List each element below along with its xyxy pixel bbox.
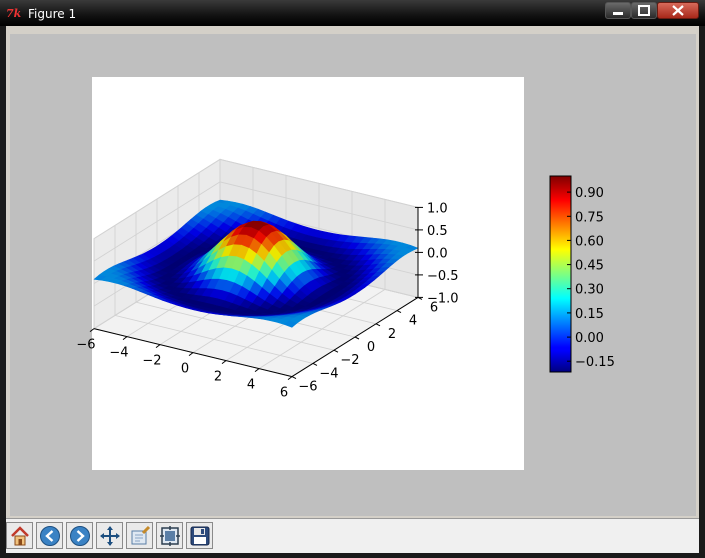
colorbar-tick-label: 0.00 — [575, 331, 604, 346]
close-button[interactable] — [657, 2, 699, 19]
home-button[interactable] — [6, 522, 33, 549]
z-tick-label: 1.0 — [427, 201, 448, 216]
colorbar-tick-label: 0.45 — [575, 259, 604, 274]
minimize-button[interactable] — [605, 2, 631, 19]
colorbar-ticks: 0.90 0.75 0.60 0.45 0.30 0.15 0.00 −0.15 — [567, 186, 615, 370]
floppy-disk-icon — [190, 526, 210, 546]
tk-feather-icon: 7k — [6, 7, 22, 20]
forward-button[interactable] — [66, 522, 93, 549]
navigation-toolbar — [6, 518, 699, 553]
chart: −6−4−20246 −6−4−20246 −1.0−0.50.00.51.0 … — [76, 77, 615, 470]
subplots-icon — [160, 526, 180, 546]
close-icon — [672, 5, 684, 16]
z-tick-label: −1.0 — [427, 291, 459, 306]
colorbar-tick-label: 0.75 — [575, 210, 604, 225]
home-icon — [11, 526, 29, 546]
back-button[interactable] — [36, 522, 63, 549]
x-tick-label: 4 — [247, 378, 255, 393]
x-tick-label: −2 — [142, 354, 161, 369]
x-tick-label: 2 — [214, 370, 222, 385]
save-button[interactable] — [186, 522, 213, 549]
maximize-icon — [638, 5, 650, 16]
colorbar-tick-label: −0.15 — [575, 355, 615, 370]
zoom-button[interactable] — [126, 522, 153, 549]
colorbar-tick-label: 0.15 — [575, 307, 604, 322]
colorbar-tick-label: 0.30 — [575, 283, 604, 298]
z-tick-label: 0.5 — [427, 224, 448, 239]
x-tick-label: 6 — [280, 386, 288, 401]
z-tick-label: 0.0 — [427, 246, 448, 261]
z-tick-label: −0.5 — [427, 269, 459, 284]
x-tick-label: −4 — [109, 346, 128, 361]
x-tick-label: −6 — [76, 338, 95, 353]
arrow-left-icon — [40, 526, 60, 546]
y-tick-label: 4 — [409, 314, 417, 329]
y-tick-label: −4 — [319, 366, 338, 381]
y-tick-label: −6 — [298, 380, 317, 395]
y-tick-label: 2 — [388, 327, 396, 342]
colorbar-tick-label: 0.60 — [575, 234, 604, 249]
zoom-rect-icon — [131, 525, 151, 545]
y-tick-label: −2 — [340, 353, 359, 368]
x-tick-label: 0 — [181, 362, 189, 377]
arrow-right-icon — [70, 526, 90, 546]
move-icon — [100, 526, 120, 546]
figure-canvas[interactable]: −6 −4 −2 0 2 4 6 −6 −4 −2 0 2 4 6 −1.0 −0.5 0.0 0.5 1.0 … — [10, 34, 696, 516]
window-titlebar: 7k Figure 1 — [0, 0, 705, 26]
subplots-button[interactable] — [156, 522, 183, 549]
colorbar — [549, 175, 572, 373]
window-title: Figure 1 — [28, 7, 77, 21]
colorbar-tick-label: 0.90 — [575, 186, 604, 201]
maximize-button[interactable] — [631, 2, 657, 19]
y-tick-label: 0 — [367, 340, 375, 355]
minimize-icon — [613, 12, 623, 15]
pan-button[interactable] — [96, 522, 123, 549]
